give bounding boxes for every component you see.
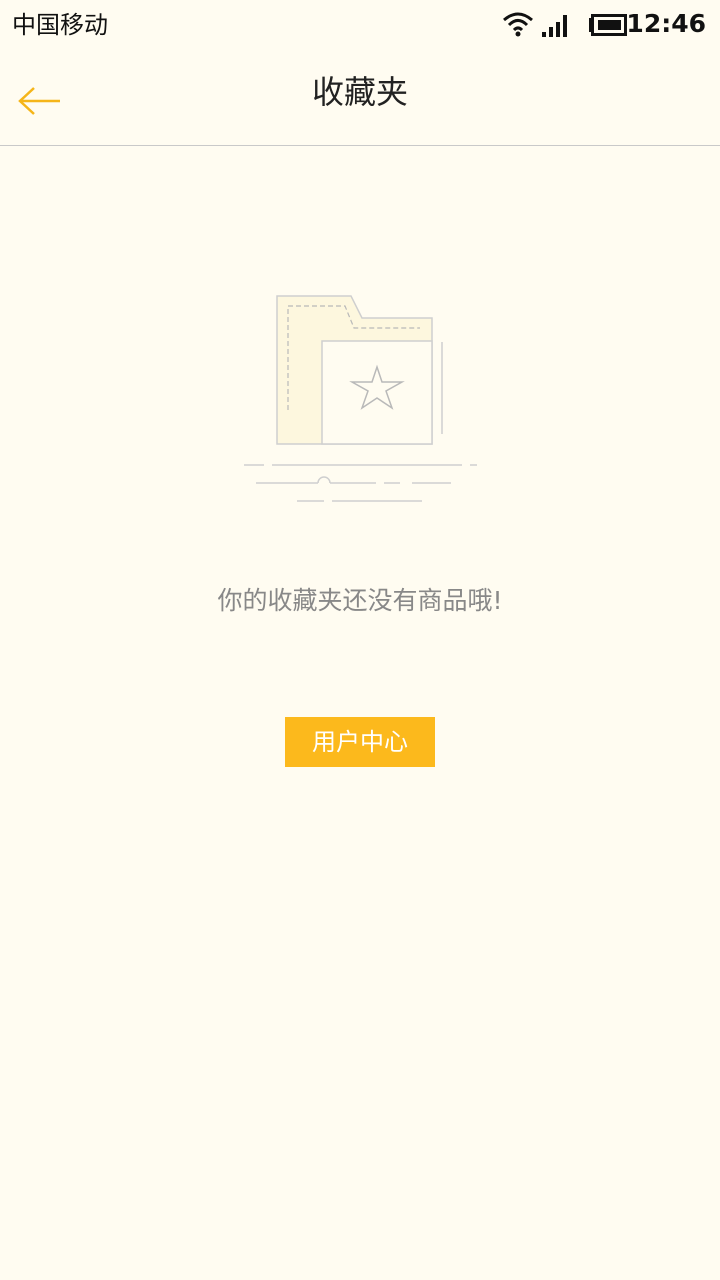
folder-star-icon: [244, 295, 477, 502]
status-bar: 中国移动 12:46: [0, 0, 720, 50]
wifi-icon: [503, 12, 533, 37]
carrier-name: 中国移动: [12, 11, 108, 39]
page-title: 收藏夹: [311, 73, 408, 111]
signal-icon: [542, 15, 567, 37]
empty-message: 你的收藏夹还没有商品哦!: [217, 586, 503, 615]
user-center-button[interactable]: 用户中心: [285, 717, 435, 767]
battery-icon: [589, 14, 627, 36]
nav-bar: 收藏夹: [0, 50, 720, 146]
clock: 12:46: [626, 9, 706, 38]
